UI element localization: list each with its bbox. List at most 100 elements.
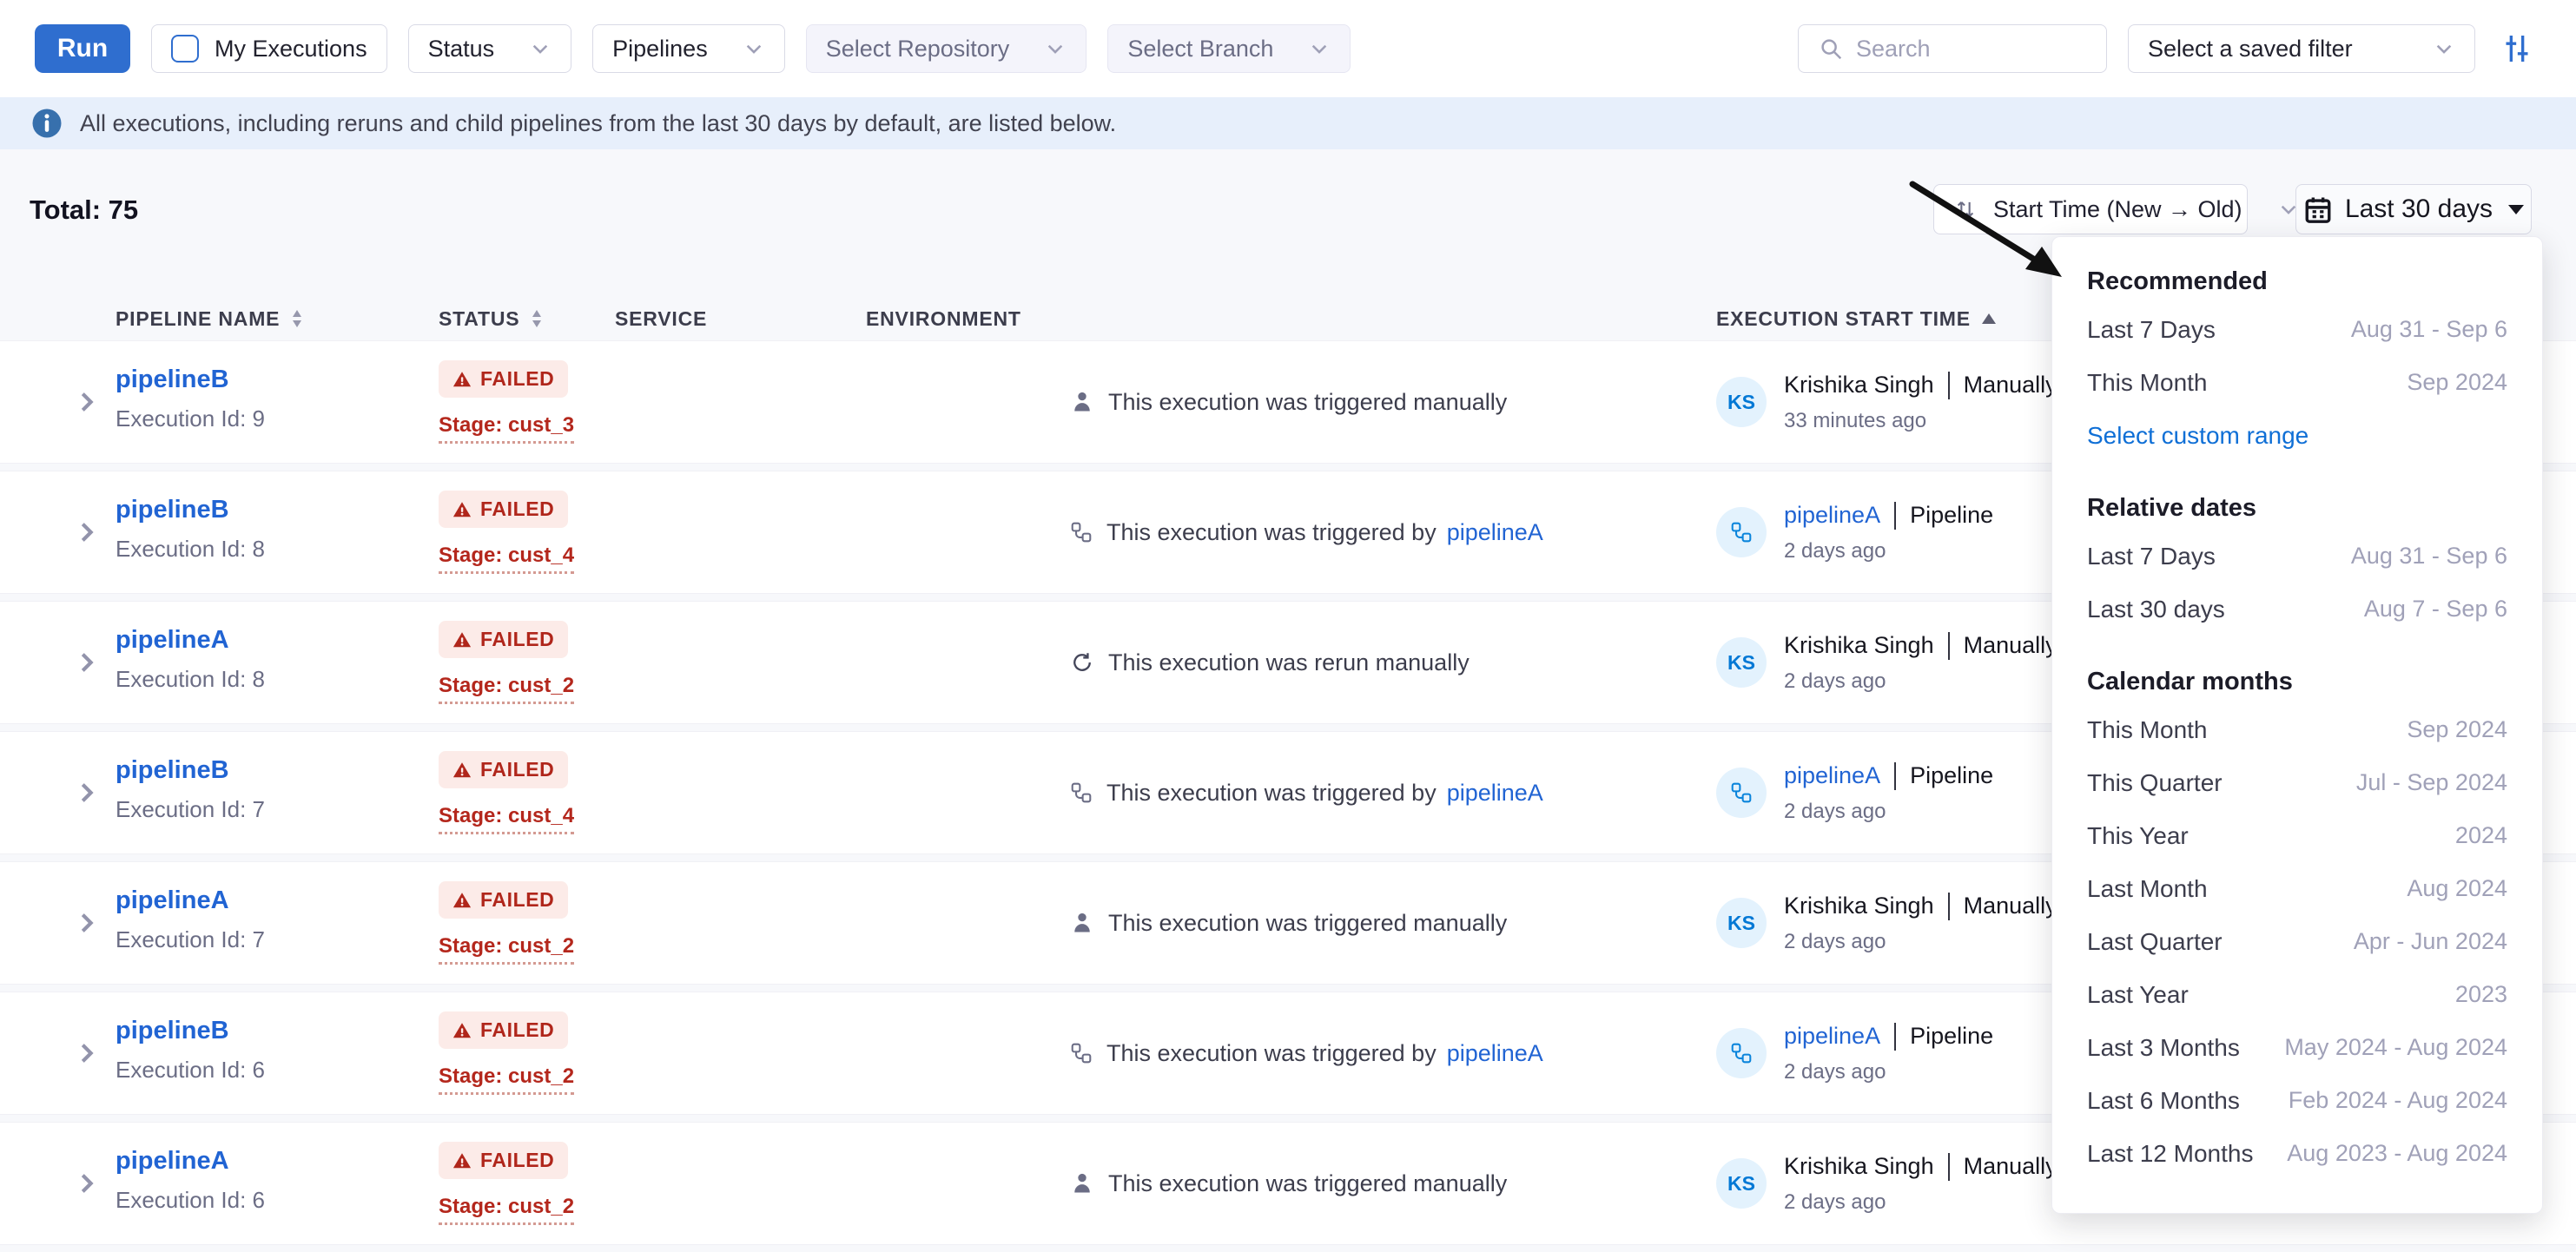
failed-stage-link[interactable]: Stage: cust_2: [439, 674, 574, 704]
saved-filter-select[interactable]: Select a saved filter: [2128, 24, 2475, 73]
repository-filter-select[interactable]: Select Repository: [806, 24, 1087, 73]
date-menu-option[interactable]: Last 12 Months Aug 2023 - Aug 2024: [2087, 1127, 2507, 1180]
trigger-pipeline-link[interactable]: pipelineA: [1447, 1040, 1543, 1067]
pipeline-name-link[interactable]: pipelineA: [116, 626, 229, 654]
actor-pipeline-link[interactable]: pipelineA: [1784, 502, 1880, 529]
pipeline-name-link[interactable]: pipelineB: [116, 756, 229, 784]
date-menu-option[interactable]: Last Quarter Apr - Jun 2024: [2087, 915, 2507, 968]
service-cell: [615, 862, 866, 984]
trigger-mode: Pipeline: [1910, 762, 1993, 789]
date-menu-section: Relative dates Last 7 Days Aug 31 - Sep …: [2087, 486, 2507, 636]
failed-stage-link[interactable]: Stage: cust_4: [439, 544, 574, 574]
separator: [1948, 632, 1950, 660]
subpipeline-icon: [1716, 507, 1767, 557]
date-menu-option[interactable]: Last Month Aug 2024: [2087, 862, 2507, 915]
environment-cell: [866, 471, 1070, 593]
expand-row-chevron-icon[interactable]: [74, 519, 100, 545]
trigger-text: This execution was triggered manually: [1108, 1170, 1507, 1197]
top-toolbar: Run My Executions Status Pipelines Selec…: [0, 0, 2576, 97]
person-icon: [1070, 390, 1094, 414]
date-menu-option[interactable]: Select custom range: [2087, 409, 2507, 462]
filter-sliders-icon: [2500, 31, 2534, 66]
warning-icon: [452, 630, 472, 649]
branch-filter-select[interactable]: Select Branch: [1107, 24, 1351, 73]
execution-id: Execution Id: 7: [116, 926, 439, 953]
banner-text: All executions, including reruns and chi…: [80, 110, 1116, 137]
date-menu-option[interactable]: This Month Sep 2024: [2087, 703, 2507, 756]
search-icon: [1818, 36, 1844, 62]
date-range-button[interactable]: Last 30 days: [2295, 184, 2532, 234]
start-time-relative: 2 days ago: [1784, 669, 2057, 694]
date-range-label: Last 30 days: [2345, 194, 2493, 224]
date-menu-option[interactable]: Last 7 Days Aug 31 - Sep 6: [2087, 530, 2507, 583]
sort-asc-icon: [1981, 313, 1997, 325]
trigger-text: This execution was rerun manually: [1108, 649, 1470, 676]
service-cell: [615, 341, 866, 463]
saved-filter-label: Select a saved filter: [2148, 36, 2353, 63]
date-menu-option[interactable]: Last 7 Days Aug 31 - Sep 6: [2087, 303, 2507, 356]
failed-stage-link[interactable]: Stage: cust_3: [439, 413, 574, 444]
actor-name: Krishika Singh: [1784, 893, 1934, 919]
failed-stage-link[interactable]: Stage: cust_2: [439, 934, 574, 965]
total-count: Total: 75: [30, 194, 138, 226]
date-menu-option[interactable]: This Month Sep 2024: [2087, 356, 2507, 409]
my-executions-toggle[interactable]: My Executions: [151, 24, 387, 73]
environment-cell: [866, 602, 1070, 723]
failed-stage-link[interactable]: Stage: cust_2: [439, 1195, 574, 1225]
pipeline-name-link[interactable]: pipelineB: [116, 366, 229, 393]
person-icon: [1070, 911, 1094, 935]
expand-row-chevron-icon[interactable]: [74, 1170, 100, 1196]
trigger-mode: Manually: [1964, 372, 2057, 399]
pipeline-name-link[interactable]: pipelineA: [116, 1147, 229, 1175]
failed-stage-link[interactable]: Stage: cust_4: [439, 804, 574, 834]
trigger-mode: Manually: [1964, 893, 2057, 919]
expand-row-chevron-icon[interactable]: [74, 910, 100, 936]
failed-stage-link[interactable]: Stage: cust_2: [439, 1064, 574, 1095]
date-menu-option[interactable]: Last 6 Months Feb 2024 - Aug 2024: [2087, 1074, 2507, 1127]
pipelines-filter-label: Pipelines: [612, 36, 708, 63]
actor-pipeline-link[interactable]: pipelineA: [1784, 1023, 1880, 1050]
expand-row-chevron-icon[interactable]: [74, 649, 100, 675]
actor-name: Krishika Singh: [1784, 1153, 1934, 1180]
header-status[interactable]: STATUS: [439, 307, 615, 331]
date-menu-option[interactable]: This Quarter Jul - Sep 2024: [2087, 756, 2507, 809]
actor-pipeline-link[interactable]: pipelineA: [1784, 762, 1880, 789]
expand-row-chevron-icon[interactable]: [74, 1040, 100, 1066]
status-badge: FAILED: [439, 621, 568, 658]
start-time-relative: 2 days ago: [1784, 1190, 2057, 1215]
trigger-text: This execution was triggered by: [1106, 519, 1437, 546]
pipeline-name-link[interactable]: pipelineA: [116, 886, 229, 914]
run-button[interactable]: Run: [35, 24, 130, 73]
search-field[interactable]: [1798, 24, 2107, 73]
execution-id: Execution Id: 7: [116, 796, 439, 823]
subpipeline-icon: [1070, 781, 1093, 804]
search-input[interactable]: [1856, 36, 2087, 63]
pipeline-name-link[interactable]: pipelineB: [116, 1017, 229, 1044]
expand-row-chevron-icon[interactable]: [74, 780, 100, 806]
trigger-pipeline-link[interactable]: pipelineA: [1447, 780, 1543, 807]
status-filter-select[interactable]: Status: [408, 24, 572, 73]
sort-select[interactable]: Start Time (New → Old): [1933, 184, 2248, 234]
date-menu-option[interactable]: Last 3 Months May 2024 - Aug 2024: [2087, 1021, 2507, 1074]
separator: [1948, 1153, 1950, 1181]
date-menu-section-title: Calendar months: [2087, 660, 2507, 703]
date-menu-option[interactable]: Last 30 days Aug 7 - Sep 6: [2087, 583, 2507, 636]
info-icon: [31, 108, 63, 139]
trigger-pipeline-link[interactable]: pipelineA: [1447, 519, 1543, 546]
service-cell: [615, 732, 866, 853]
chevron-down-icon: [1044, 37, 1067, 60]
my-executions-checkbox[interactable]: [171, 35, 199, 63]
execution-id: Execution Id: 6: [116, 1057, 439, 1084]
sort-label: Start Time (New → Old): [1993, 196, 2242, 223]
sort-icon: [1953, 197, 1978, 221]
header-pipeline-name[interactable]: PIPELINE NAME: [116, 307, 439, 331]
pipelines-filter-select[interactable]: Pipelines: [592, 24, 785, 73]
pipeline-name-link[interactable]: pipelineB: [116, 496, 229, 524]
trigger-text: This execution was triggered by: [1106, 780, 1437, 807]
branch-filter-label: Select Branch: [1127, 36, 1273, 63]
date-menu-option[interactable]: Last Year 2023: [2087, 968, 2507, 1021]
date-menu-option[interactable]: This Year 2024: [2087, 809, 2507, 862]
expand-row-chevron-icon[interactable]: [74, 389, 100, 415]
trigger-mode: Pipeline: [1910, 502, 1993, 529]
filter-settings-button[interactable]: [2496, 28, 2538, 69]
